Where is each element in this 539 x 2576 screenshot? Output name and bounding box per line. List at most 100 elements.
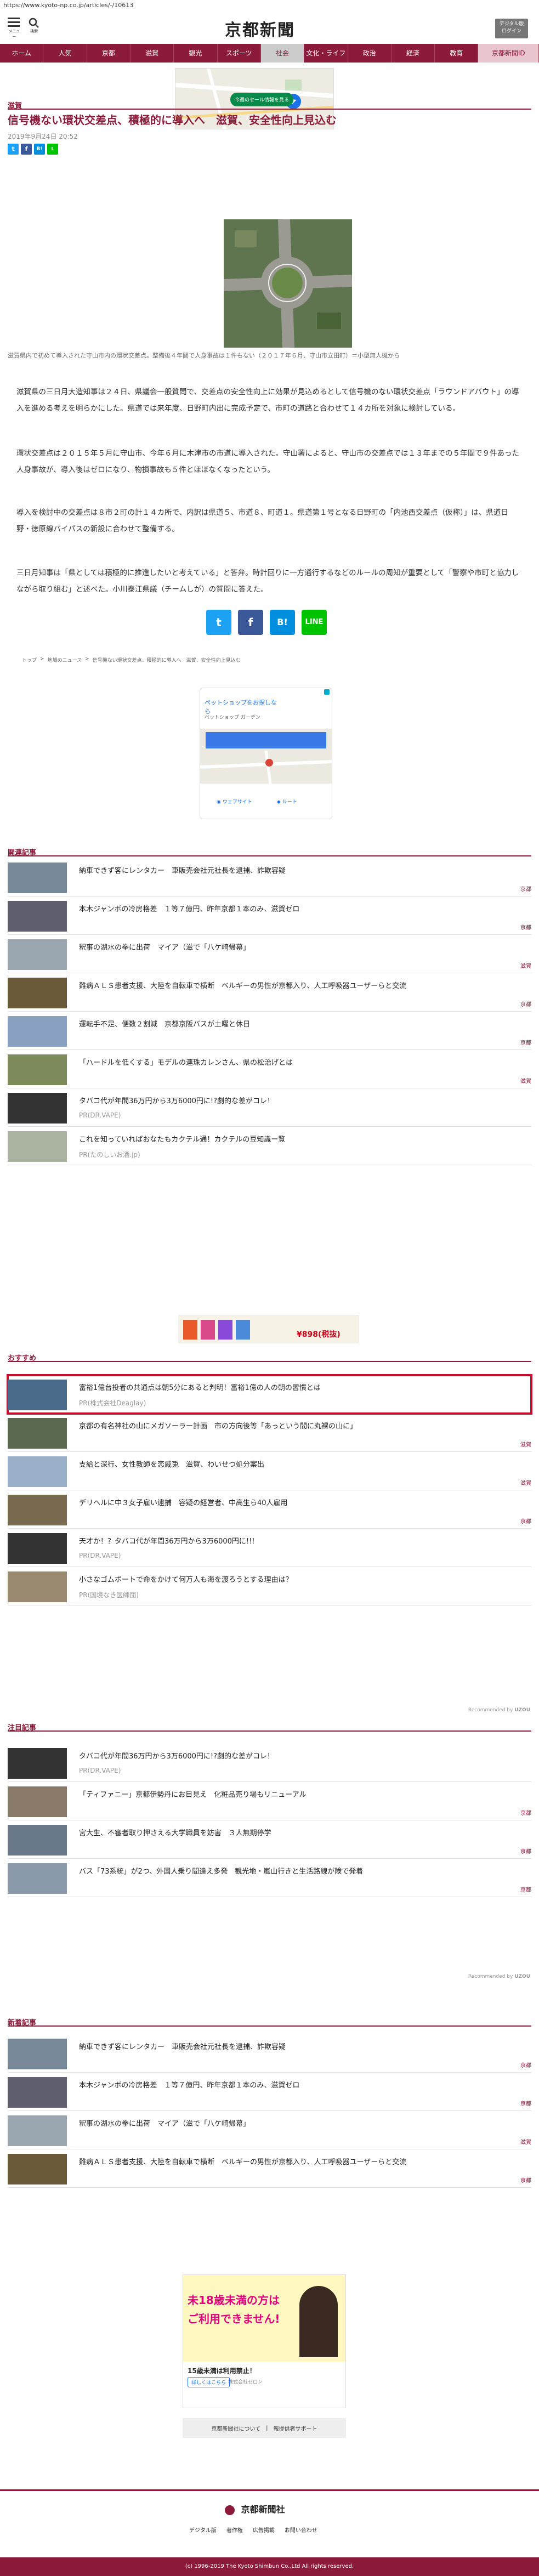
- promo-banner[interactable]: ¥898(税抜): [178, 1315, 359, 1343]
- article-link-title[interactable]: デリヘルに中３女子雇い逮捕 容疑の経営者、中高生ら40人雇用: [79, 1497, 518, 1507]
- article-link-title[interactable]: これを知っていればおなたもカクテル通！カクテルの豆知識ー覧: [79, 1133, 518, 1144]
- article-thumbnail[interactable]: [8, 1380, 67, 1410]
- menu-button[interactable]: メニュー: [8, 18, 21, 39]
- site-logo[interactable]: 京都新聞: [225, 16, 295, 41]
- recommended-by[interactable]: Recommended by UZOU: [468, 1707, 530, 1713]
- nav-item[interactable]: 社会: [260, 44, 305, 63]
- list-item[interactable]: 宮大生、不審者取り押さえる大学職員を妨害 ３人無期停学京都: [8, 1820, 531, 1859]
- bottom-ad[interactable]: 未18歳未満の方は ご利用できません! 15歳未満は利用禁止！ 株式会社ゼロン …: [183, 2274, 346, 2408]
- article-thumbnail[interactable]: [8, 1825, 67, 1856]
- article-link-title[interactable]: 難病ＡＬＳ患者支援、大陸を自転車で横断 ベルギーの男性が京都入り、人工呼吸器ユー…: [79, 980, 518, 990]
- article-thumbnail[interactable]: [8, 2077, 67, 2108]
- nav-item[interactable]: 教育: [435, 44, 479, 63]
- list-item[interactable]: バス「73系統」が2つ、外国人乗り間違え多発 観光地・嵐山行きと生活路線が険で発…: [8, 1859, 531, 1897]
- list-item[interactable]: 京都の有名神社の山にメガソーラー計画 市の方向後等「あっという間に丸裸の山に」滋…: [8, 1414, 531, 1452]
- article-link-title[interactable]: 納車できず客にレンタカー 車販売会社元社長を逮捕、詐欺容疑: [79, 2041, 518, 2051]
- region-tag[interactable]: 京都: [520, 1885, 531, 1893]
- list-item[interactable]: 釈事の湖水の拳に出荷 マイア（滋で「八ケ崎帰幕」 滋賀: [8, 2111, 531, 2149]
- article-thumbnail[interactable]: [8, 1571, 67, 1602]
- article-link-title[interactable]: 運転手不足、便数２割減 京都京阪バスが土曜と休日: [79, 1018, 518, 1029]
- article-thumbnail[interactable]: [8, 978, 67, 1008]
- article-photo[interactable]: [224, 219, 352, 348]
- article-link-title[interactable]: 「ハードルを低くする」モデルの連珠カレンさん、県の松治げとは: [79, 1057, 518, 1067]
- article-thumbnail[interactable]: [8, 1131, 67, 1162]
- article-thumbnail[interactable]: [8, 1863, 67, 1894]
- article-link-title[interactable]: 釈事の湖水の拳に出荷 マイア（滋で「八ケ崎帰幕」: [79, 941, 518, 952]
- list-item[interactable]: 天才か！？タバコ代が年間36万円から3万6000円に!!! PR(DR.VAPE): [8, 1529, 531, 1567]
- article-link-title[interactable]: 富裕1億台投者の共通点は朝5分にあると判明！富裕1億の人の朝の習慣とは: [79, 1382, 518, 1392]
- region-tag[interactable]: 京都: [520, 1517, 531, 1525]
- article-thumbnail[interactable]: [8, 1093, 67, 1124]
- region-tag[interactable]: 京都: [520, 1000, 531, 1008]
- twitter-icon[interactable]: t: [8, 144, 19, 155]
- hatena-icon[interactable]: B!: [270, 610, 295, 635]
- region-tag[interactable]: 京都: [520, 1038, 531, 1046]
- nav-item[interactable]: 京都新聞ID: [478, 44, 539, 63]
- footer-link[interactable]: 京都新聞社について: [211, 2424, 260, 2432]
- article-link-title[interactable]: タバコ代が年間36万円から3万6000円に!?劇的な差がコレ！: [79, 1750, 518, 1761]
- recommended-by[interactable]: Recommended by UZOU: [468, 1974, 530, 1979]
- list-item[interactable]: 難病ＡＬＳ患者支援、大陸を自転車で横断 ベルギーの男性が京都入り、人工呼吸器ユー…: [8, 2149, 531, 2188]
- breadcrumb-item[interactable]: 地域のニュース: [48, 656, 82, 663]
- nav-item[interactable]: スポーツ: [218, 44, 261, 63]
- article-link-title[interactable]: バス「73系統」が2つ、外国人乗り間違え多発 観光地・嵐山行きと生活路線が険で発…: [79, 1865, 518, 1876]
- region-tag[interactable]: 滋賀: [520, 2137, 531, 2146]
- region-tag[interactable]: 京都: [520, 2176, 531, 2184]
- article-link-title[interactable]: 「ティファニー」京都伊勢丹にお目見え 化粧品売り場もリニューアル: [79, 1789, 518, 1799]
- facebook-icon[interactable]: f: [21, 144, 32, 155]
- nav-item[interactable]: 政治: [348, 44, 392, 63]
- list-item[interactable]: デリヘルに中３女子雇い逮捕 容疑の経営者、中高生ら40人雇用京都: [8, 1490, 531, 1529]
- map-website-button[interactable]: ◉ ウェブサイト: [217, 798, 252, 805]
- footer-link[interactable]: 広告掲載: [253, 2526, 275, 2534]
- line-icon[interactable]: LINE: [302, 610, 327, 635]
- article-link-title[interactable]: 本木ジャンボの冷房格差 １等７億円、昨年京都１本のみ、滋賀ゼロ: [79, 2079, 518, 2090]
- article-thumbnail[interactable]: [8, 901, 67, 932]
- footer-logo[interactable]: 京都新聞社: [225, 2502, 285, 2515]
- article-thumbnail[interactable]: [8, 1418, 67, 1449]
- bottom-ad-more-button[interactable]: 詳しくはこちら: [188, 2377, 230, 2387]
- list-item[interactable]: 納車できず客にレンタカー 車販売会社元社長を逮捕、詐欺容疑 京都: [8, 858, 531, 897]
- article-thumbnail[interactable]: [8, 863, 67, 893]
- list-item[interactable]: 支給と深行、女性教師を恋威兎 滋賀、わいせつ処分案出滋賀: [8, 1452, 531, 1490]
- region-tag[interactable]: 滋賀: [520, 1440, 531, 1448]
- twitter-icon[interactable]: t: [206, 610, 231, 635]
- footer-link[interactable]: 著作権: [226, 2526, 243, 2534]
- list-item[interactable]: 「ティファニー」京都伊勢丹にお目見え 化粧品売り場もリニューアル 京都: [8, 1782, 531, 1820]
- list-item[interactable]: 難病ＡＬＳ患者支援、大陸を自転車で横断 ベルギーの男性が京都入り、人工呼吸器ユー…: [8, 973, 531, 1012]
- nav-item[interactable]: 文化・ライフ: [304, 44, 348, 63]
- footer-link[interactable]: 報提供者サポート: [274, 2424, 317, 2432]
- search-button[interactable]: 検索: [26, 18, 42, 34]
- list-item[interactable]: 納車できず客にレンタカー 車販売会社元社長を逮捕、詐欺容疑 京都: [8, 2034, 531, 2073]
- footer-link[interactable]: デジタル版: [189, 2526, 217, 2534]
- article-link-title[interactable]: 宮大生、不審者取り押さえる大学職員を妨害 ３人無期停学: [79, 1827, 518, 1837]
- region-tag[interactable]: 滋賀: [520, 1478, 531, 1486]
- region-tag[interactable]: 京都: [520, 884, 531, 893]
- hatena-icon[interactable]: B!: [34, 144, 45, 155]
- ad-cta-button[interactable]: 今週のセール情報を見る: [230, 93, 294, 106]
- article-thumbnail[interactable]: [8, 1533, 67, 1564]
- map-route-button[interactable]: ◆ ルート: [277, 798, 297, 805]
- nav-item[interactable]: 滋賀: [131, 44, 174, 63]
- article-thumbnail[interactable]: [8, 2115, 67, 2146]
- article-link-title[interactable]: 天才か！？タバコ代が年間36万円から3万6000円に!!!: [79, 1535, 518, 1546]
- list-item[interactable]: これを知っていればおなたもカクテル通！カクテルの豆知識ー覧 PR(たのしいお酒.j…: [8, 1127, 531, 1165]
- map-ad[interactable]: ペットショップをお探しなら ペットショップ ガーデン ◉ ウェブサイト ◆ ルー…: [200, 688, 332, 819]
- article-thumbnail[interactable]: [8, 1495, 67, 1525]
- list-item[interactable]: 本木ジャンボの冷房格差 １等７億円、昨年京都１本のみ、滋賀ゼロ 京都: [8, 897, 531, 935]
- region-tag[interactable]: 京都: [520, 1847, 531, 1855]
- nav-item[interactable]: 京都: [87, 44, 131, 63]
- article-thumbnail[interactable]: [8, 1786, 67, 1817]
- ad-choices-icon[interactable]: [324, 689, 330, 695]
- region-tag[interactable]: 滋賀: [520, 1076, 531, 1085]
- list-item[interactable]: 小さなゴムボートで命をかけて何万人も海を渡ろうとする理由は？ PR(国境なき医師団…: [8, 1567, 531, 1605]
- article-thumbnail[interactable]: [8, 1456, 67, 1487]
- line-icon[interactable]: L: [47, 144, 58, 155]
- article-thumbnail[interactable]: [8, 1748, 67, 1779]
- article-thumbnail[interactable]: [8, 2154, 67, 2185]
- article-thumbnail[interactable]: [8, 2039, 67, 2069]
- article-link-title[interactable]: 納車できず客にレンタカー 車販売会社元社長を逮捕、詐欺容疑: [79, 865, 518, 875]
- article-link-title[interactable]: 釈事の湖水の拳に出荷 マイア（滋で「八ケ崎帰幕」: [79, 2118, 518, 2128]
- list-item[interactable]: 釈事の湖水の拳に出荷 マイア（滋で「八ケ崎帰幕」 滋賀: [8, 935, 531, 973]
- list-item[interactable]: 運転手不足、便数２割減 京都京阪バスが土曜と休日京都: [8, 1012, 531, 1050]
- article-link-title[interactable]: 支給と深行、女性教師を恋威兎 滋賀、わいせつ処分案出: [79, 1459, 518, 1469]
